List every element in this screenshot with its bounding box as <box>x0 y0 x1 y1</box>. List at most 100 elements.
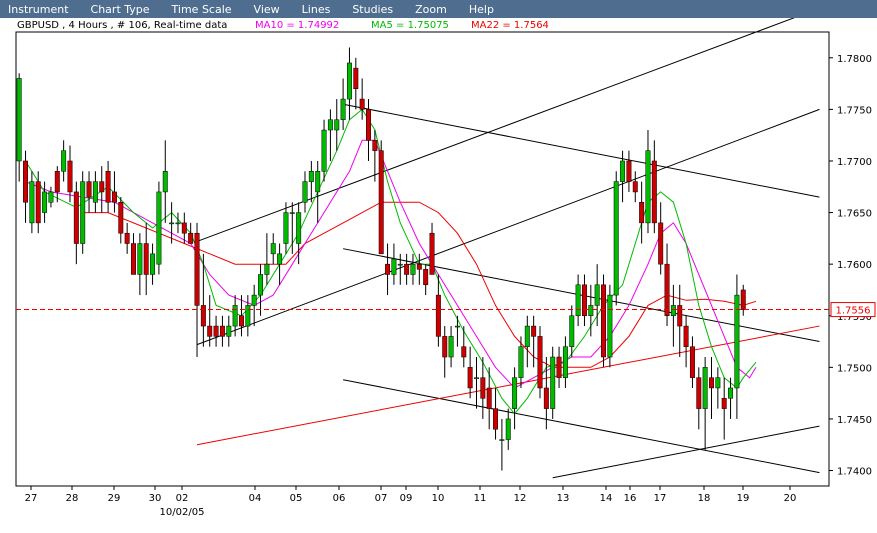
menu-help[interactable]: Help <box>469 3 494 16</box>
x-tick-label: 16 <box>624 493 637 504</box>
candle-body <box>607 294 613 358</box>
chart-area[interactable]: 1.7400 1.7450 1.7500 1.7550 1.7600 1.7650 1.77… <box>0 7 877 529</box>
candle-body <box>169 222 175 225</box>
current-price-label: 1.7556 <box>836 306 871 317</box>
chart-header-symbol: GBPUSD , 4 Hours , # 106, Real-time data <box>17 20 227 31</box>
candle-body <box>321 129 327 172</box>
candle-body <box>531 325 537 337</box>
candle-body <box>156 191 162 265</box>
candle-body <box>474 377 479 379</box>
menu-studies[interactable]: Studies <box>352 3 393 16</box>
candle-body <box>524 325 530 347</box>
candle-body <box>677 305 683 327</box>
candle-body <box>264 263 270 275</box>
x-tick-label: 09 <box>400 493 413 504</box>
candle-body <box>105 171 111 203</box>
candle-body <box>569 315 575 347</box>
candle-body <box>232 305 238 327</box>
candle-body <box>728 387 734 399</box>
candle-body <box>239 315 244 327</box>
x-tick-label: 11 <box>474 493 487 504</box>
menu-time-scale[interactable]: Time Scale <box>172 3 232 16</box>
candle-body <box>518 346 524 378</box>
candle-body <box>366 109 371 141</box>
menu-view[interactable]: View <box>254 3 280 16</box>
candle-body <box>385 263 391 275</box>
menu-zoom[interactable]: Zoom <box>415 3 447 16</box>
candle-body <box>664 263 670 316</box>
candle-body <box>315 171 321 193</box>
candle-body <box>35 181 41 224</box>
chart-header-ma10: MA10 = 1.74992 <box>255 20 339 31</box>
candle-body <box>562 346 568 378</box>
candle-body <box>302 181 308 203</box>
candle-body <box>499 439 505 441</box>
candle-body <box>353 67 359 89</box>
candle-body <box>175 222 181 225</box>
x-date-label: 10/02/05 <box>160 507 205 518</box>
candle-body <box>245 305 251 327</box>
candle-body <box>194 232 200 306</box>
x-tick-label: 17 <box>654 493 667 504</box>
candle-body <box>575 284 581 316</box>
candle-body <box>359 98 365 110</box>
candle-body <box>505 418 511 440</box>
price-chart[interactable]: 1.74001.74501.75001.75501.76001.76501.77… <box>0 7 877 529</box>
candle-body <box>23 160 29 203</box>
candle-body <box>740 289 746 310</box>
candle-body <box>54 171 60 193</box>
candle-body <box>42 191 48 213</box>
candle-body <box>29 181 35 224</box>
candle-body <box>721 398 727 409</box>
chart-header-ma5: MA5 = 1.75075 <box>371 20 449 31</box>
candle-body <box>80 181 86 244</box>
x-tick-label: 12 <box>514 493 527 504</box>
candle-body <box>124 232 130 244</box>
candle-body <box>73 191 79 244</box>
candle-body <box>410 263 416 275</box>
candle-body <box>283 212 289 244</box>
candle-body <box>308 171 314 182</box>
candle-body <box>188 232 194 244</box>
y-tick-label: 1.7700 <box>837 157 872 168</box>
candle-body <box>143 243 149 275</box>
chart-header-ma22: MA22 = 1.7564 <box>471 20 549 31</box>
y-tick-label: 1.7400 <box>837 467 872 478</box>
menu-lines[interactable]: Lines <box>302 3 331 16</box>
candle-body <box>219 325 225 337</box>
candle-body <box>226 325 232 337</box>
y-tick-label: 1.7650 <box>837 209 872 220</box>
y-tick-label: 1.7500 <box>837 363 872 374</box>
candle-body <box>16 78 22 162</box>
x-tick-label: 19 <box>737 493 750 504</box>
candle-body <box>67 160 73 193</box>
candle-body <box>613 181 619 296</box>
candle-body <box>448 336 454 358</box>
candle-body <box>423 269 429 286</box>
candle-body <box>594 284 600 306</box>
candle-body <box>493 408 499 430</box>
candle-body <box>334 119 340 131</box>
candle-body <box>258 274 264 296</box>
candle-body <box>715 377 721 389</box>
candle-body <box>118 202 124 234</box>
candle-body <box>200 305 206 327</box>
candle-body <box>372 140 378 151</box>
candle-body <box>277 253 283 265</box>
candle-body <box>480 377 486 399</box>
candle-body <box>467 367 473 389</box>
x-tick-label: 29 <box>108 493 121 504</box>
x-tick-label: 05 <box>290 493 303 504</box>
y-tick-label: 1.7750 <box>837 105 872 116</box>
candle-body <box>289 212 295 214</box>
x-tick-label: 13 <box>557 493 570 504</box>
menu-instrument[interactable]: Instrument <box>8 3 69 16</box>
candle-body <box>620 160 626 182</box>
candle-body <box>429 232 435 275</box>
y-tick-label: 1.7450 <box>837 415 872 426</box>
candle-body <box>651 160 657 224</box>
x-tick-label: 10 <box>432 493 445 504</box>
menu-chart-type[interactable]: Chart Type <box>91 3 150 16</box>
candle-body <box>709 377 714 389</box>
candle-body <box>416 263 422 270</box>
